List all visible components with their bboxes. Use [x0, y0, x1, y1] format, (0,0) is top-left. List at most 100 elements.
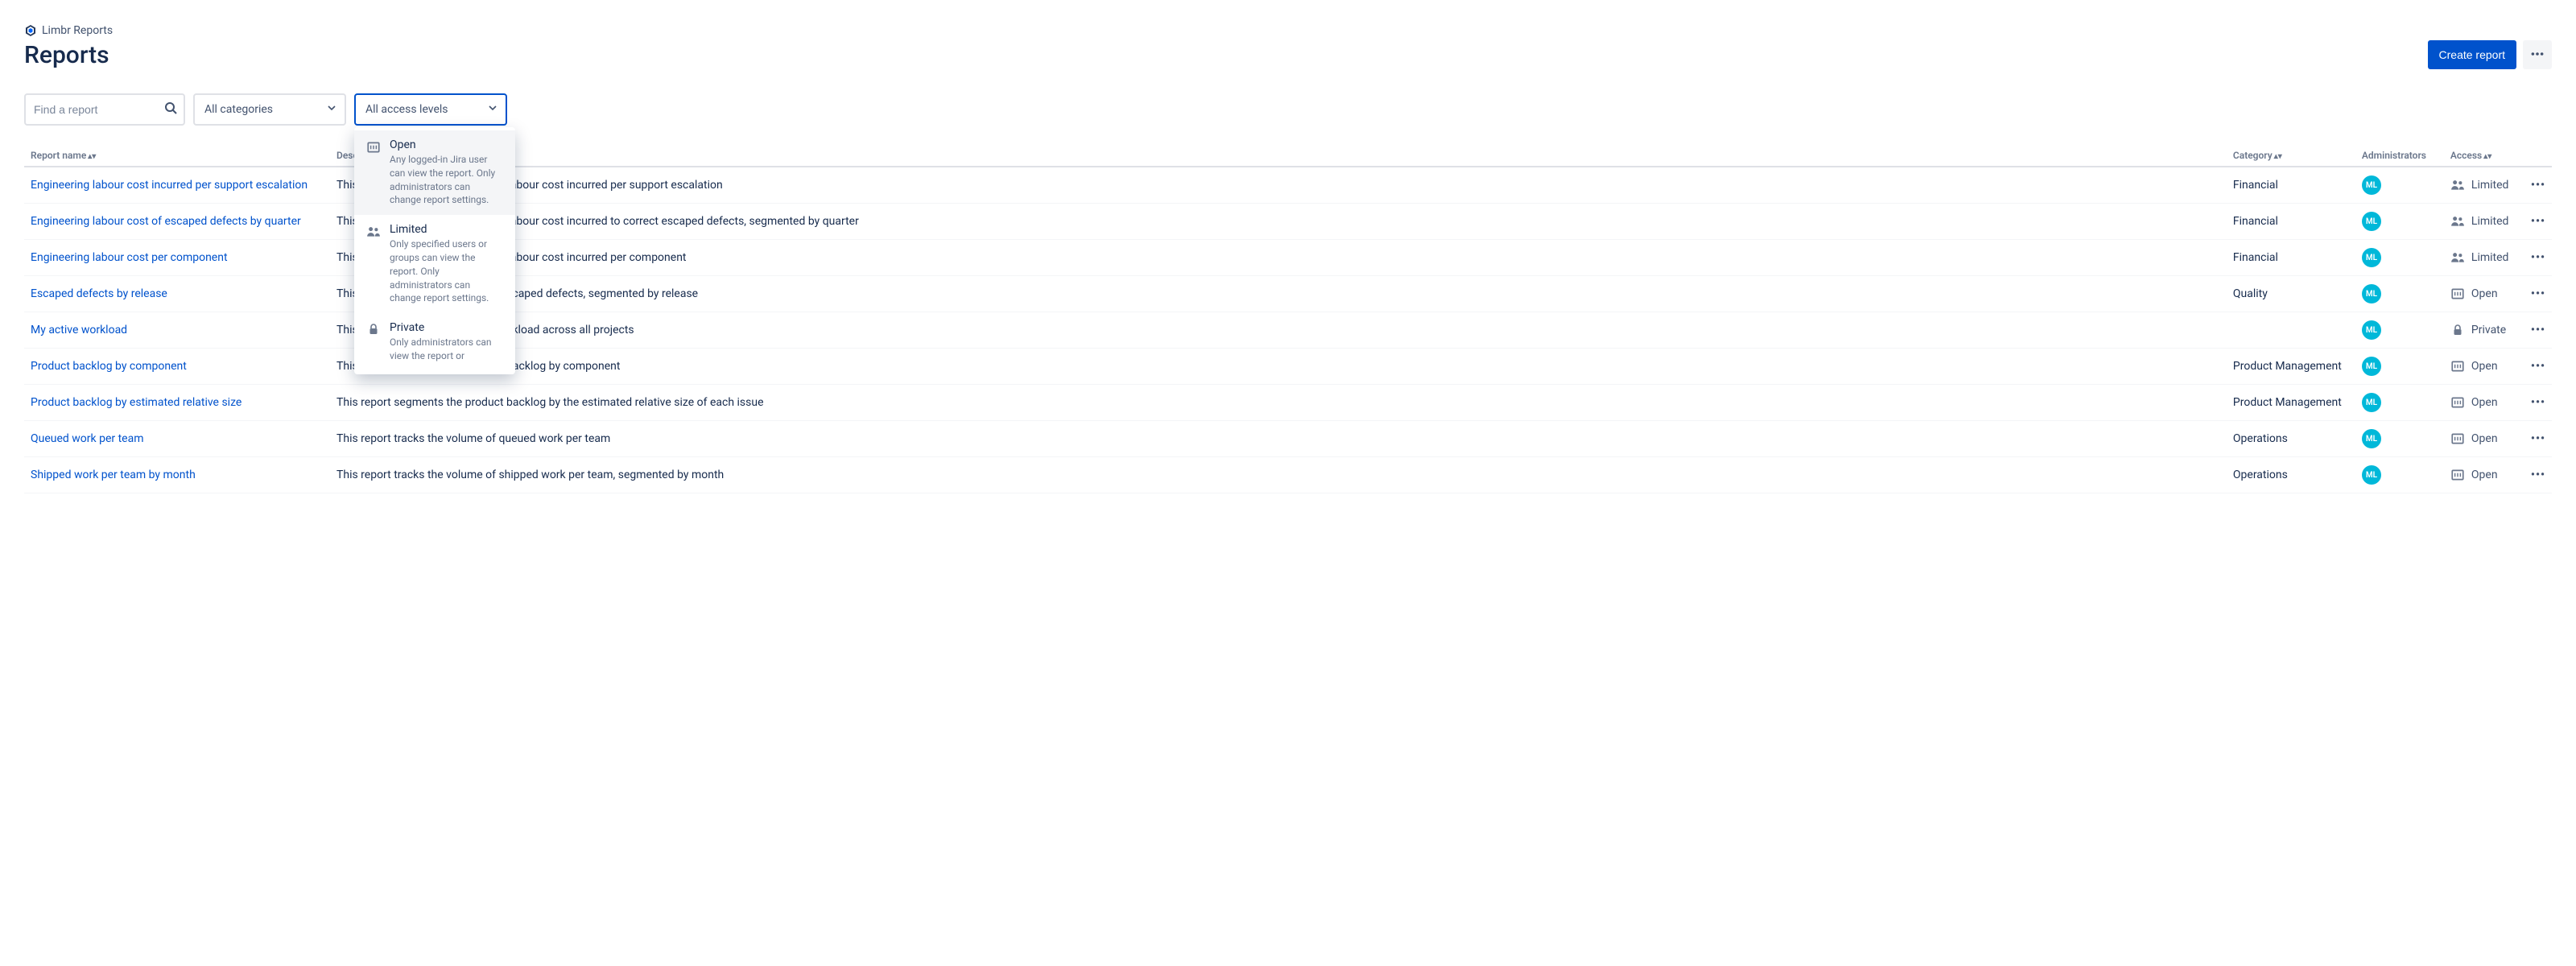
- report-category: Operations: [2227, 457, 2355, 493]
- access-option-limited[interactable]: LimitedOnly specified users or groups ca…: [354, 215, 515, 313]
- open-icon: [2450, 431, 2465, 446]
- limited-icon: [365, 225, 382, 305]
- table-row: Shipped work per team by month This repor…: [24, 457, 2552, 493]
- report-description: This report tracks the engineering labou…: [330, 240, 2227, 276]
- access-label: Open: [2471, 432, 2498, 445]
- report-category: Financial: [2227, 167, 2355, 204]
- report-name-link[interactable]: Product backlog by component: [31, 360, 187, 373]
- row-more-button[interactable]: •••: [2531, 179, 2545, 192]
- admin-avatar[interactable]: ML: [2362, 212, 2381, 231]
- breadcrumb: Limbr Reports: [24, 24, 2552, 37]
- report-category: Quality: [2227, 276, 2355, 312]
- access-label: Open: [2471, 360, 2498, 373]
- column-header-admins[interactable]: Administrators: [2355, 145, 2444, 167]
- report-description: This report segments the product backlog…: [330, 385, 2227, 421]
- access-select[interactable]: All access levels: [354, 93, 507, 126]
- report-category: Financial: [2227, 204, 2355, 240]
- column-header-access[interactable]: Access▴▾: [2444, 145, 2524, 167]
- access-label: Limited: [2471, 179, 2509, 192]
- report-name-link[interactable]: My active workload: [31, 324, 127, 336]
- report-name-link[interactable]: Product backlog by estimated relative si…: [31, 396, 242, 409]
- search-icon: [164, 101, 177, 118]
- report-description: This report tracks the volume of queued …: [330, 421, 2227, 457]
- access-option-title: Private: [390, 321, 504, 334]
- sort-icon: ▴▾: [2483, 152, 2491, 161]
- create-report-button[interactable]: Create report: [2428, 40, 2516, 69]
- row-more-button[interactable]: •••: [2531, 287, 2545, 300]
- access-option-desc: Any logged-in Jira user can view the rep…: [390, 153, 504, 207]
- report-name-link[interactable]: Engineering labour cost of escaped defec…: [31, 215, 301, 228]
- admin-avatar[interactable]: ML: [2362, 320, 2381, 340]
- report-name-link[interactable]: Engineering labour cost per component: [31, 251, 228, 264]
- breadcrumb-app-name[interactable]: Limbr Reports: [42, 24, 113, 37]
- table-row: Product backlog by estimated relative si…: [24, 385, 2552, 421]
- report-description: This report tracks the volume of shipped…: [330, 457, 2227, 493]
- row-more-button[interactable]: •••: [2531, 215, 2545, 228]
- report-category: Product Management: [2227, 385, 2355, 421]
- access-option-desc: Only administrators can view the report …: [390, 336, 504, 363]
- filters-row: All categories All access levels OpenAny…: [24, 93, 2552, 126]
- header-actions: Create report: [2428, 40, 2552, 69]
- access-option-title: Open: [390, 138, 504, 151]
- category-select[interactable]: All categories: [193, 93, 346, 126]
- chevron-down-icon: [488, 103, 497, 116]
- access-dropdown: Open Any logged-in Jira user can view the…: [354, 127, 515, 374]
- limited-icon: [2450, 178, 2465, 192]
- open-icon: [2450, 468, 2465, 482]
- row-more-button[interactable]: •••: [2531, 360, 2545, 373]
- search-input[interactable]: [24, 93, 185, 126]
- page-title: Reports: [24, 41, 109, 69]
- admin-avatar[interactable]: ML: [2362, 429, 2381, 448]
- report-name-link[interactable]: Engineering labour cost incurred per sup…: [31, 179, 308, 192]
- access-option-private[interactable]: Private Only administrators can view the …: [354, 313, 515, 371]
- column-header-category[interactable]: Category▴▾: [2227, 145, 2355, 167]
- row-more-button[interactable]: •••: [2531, 396, 2545, 409]
- admin-avatar[interactable]: ML: [2362, 248, 2381, 267]
- report-description: This report segments the product backlog…: [330, 349, 2227, 385]
- report-category: Product Management: [2227, 349, 2355, 385]
- admin-avatar[interactable]: ML: [2362, 393, 2381, 412]
- report-description: This report tracks the engineering labou…: [330, 204, 2227, 240]
- open-icon: [2450, 395, 2465, 410]
- report-name-link[interactable]: Queued work per team: [31, 432, 144, 445]
- access-label: Open: [2471, 396, 2498, 409]
- category-select-value: All categories: [204, 103, 273, 116]
- private-icon: [365, 323, 382, 363]
- more-icon: [2530, 47, 2545, 64]
- report-category: [2227, 312, 2355, 349]
- report-description: This report tracks the number of escaped…: [330, 276, 2227, 312]
- access-option-desc: Only specified users or groups can view …: [390, 237, 504, 305]
- report-category: Operations: [2227, 421, 2355, 457]
- access-label: Limited: [2471, 251, 2509, 264]
- row-more-button[interactable]: •••: [2531, 251, 2545, 264]
- column-header-name[interactable]: Report name▴▾: [24, 145, 330, 167]
- report-description: This report tracks the engineering labou…: [330, 167, 2227, 204]
- access-label: Open: [2471, 287, 2498, 300]
- access-label: Private: [2471, 324, 2506, 336]
- access-label: Open: [2471, 469, 2498, 481]
- open-icon: [2450, 359, 2465, 374]
- admin-avatar[interactable]: ML: [2362, 175, 2381, 195]
- row-more-button[interactable]: •••: [2531, 432, 2545, 445]
- sort-icon: ▴▾: [2274, 152, 2282, 161]
- app-logo-icon: [24, 24, 37, 37]
- report-name-link[interactable]: Escaped defects by release: [31, 287, 167, 300]
- admin-avatar[interactable]: ML: [2362, 465, 2381, 485]
- more-actions-button[interactable]: [2523, 40, 2552, 69]
- access-select-value: All access levels: [365, 103, 448, 116]
- row-more-button[interactable]: •••: [2531, 324, 2545, 336]
- sort-icon: ▴▾: [88, 152, 96, 161]
- limited-icon: [2450, 214, 2465, 229]
- private-icon: [2450, 324, 2465, 336]
- limited-icon: [2450, 250, 2465, 265]
- table-row: Queued work per team This report tracks t…: [24, 421, 2552, 457]
- admin-avatar[interactable]: ML: [2362, 284, 2381, 303]
- admin-avatar[interactable]: ML: [2362, 357, 2381, 376]
- row-more-button[interactable]: •••: [2531, 469, 2545, 481]
- access-option-title: Limited: [390, 223, 504, 236]
- access-option-open[interactable]: Open Any logged-in Jira user can view the…: [354, 130, 515, 215]
- access-label: Limited: [2471, 215, 2509, 228]
- chevron-down-icon: [327, 103, 336, 116]
- column-header-description[interactable]: Description: [330, 145, 2227, 167]
- report-name-link[interactable]: Shipped work per team by month: [31, 469, 196, 481]
